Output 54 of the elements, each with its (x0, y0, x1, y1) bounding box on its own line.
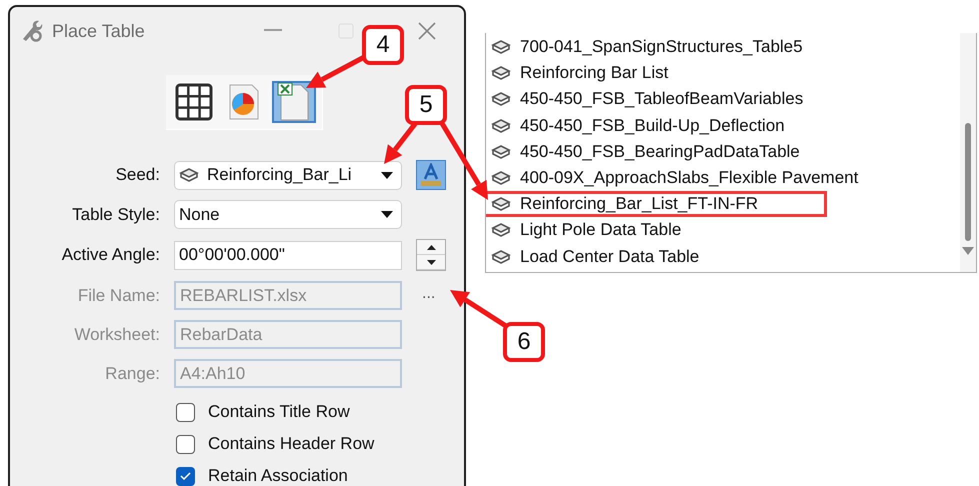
seed-list-item[interactable]: 400-09X_ApproachSlabs_Flexible Pavement (486, 164, 862, 192)
close-icon[interactable] (418, 22, 436, 40)
seed-list-item[interactable]: 450-450_FSB_TableofBeamVariables (486, 86, 827, 113)
field-label: File Name: (76, 286, 160, 306)
letter-ruler-icon (420, 163, 442, 187)
dropdown-field[interactable]: None (174, 200, 402, 229)
table-seed-icon (491, 39, 511, 56)
scroll-down-icon (962, 247, 974, 255)
callout-arrow (450, 290, 508, 328)
seed-list-item[interactable]: Reinforcing_Bar_List_FT-IN-FR (486, 191, 827, 218)
field-label: Active Angle: (60, 245, 160, 265)
input-field[interactable]: 00°00'00.000" (174, 240, 402, 270)
dropdown-caret-icon (381, 172, 393, 178)
checkbox-label: Retain Association (208, 466, 348, 486)
dropdown-caret-icon (381, 211, 393, 218)
table-seed-icon (179, 167, 199, 183)
checkbox-label: Contains Title Row (208, 402, 350, 422)
table-seed-icon (491, 118, 511, 134)
pie-chart-document-icon (228, 83, 260, 121)
checkbox-label: Contains Header Row (208, 434, 374, 454)
checkbox[interactable] (176, 434, 195, 454)
seed-list-item[interactable]: Light Pole Data Table (486, 217, 827, 244)
seed-list-item[interactable]: Load Center Data Table (486, 244, 827, 270)
callout-number: 6 (503, 322, 545, 362)
table-seed-icon (491, 222, 511, 238)
table-seed-icon (491, 248, 511, 265)
checkmark-icon (180, 472, 191, 480)
table-grid-icon (175, 83, 213, 121)
field-label: Table Style: (71, 204, 160, 224)
spinner-control[interactable] (416, 239, 446, 271)
checkbox[interactable] (176, 466, 195, 486)
seed-list-item[interactable]: Reinforcing Bar List (486, 60, 827, 86)
wrench-gear-icon (20, 19, 44, 43)
callout-number: 4 (362, 25, 404, 65)
callout-number: 5 (405, 85, 447, 125)
table-seed-icon (491, 91, 511, 108)
table-seed-icon (491, 196, 511, 212)
seed-list-item[interactable]: 450-450_FSB_Build-Up_Deflection (486, 112, 827, 139)
down-caret-icon (426, 260, 436, 264)
table-seed-icon (491, 144, 511, 160)
seed-list-item[interactable]: 450-450_FSB_BearingPadDataTable (486, 138, 827, 165)
text-style-button[interactable] (416, 160, 446, 190)
scrollbar[interactable] (960, 33, 976, 272)
field-label: Range: (104, 364, 160, 384)
up-caret-icon (426, 244, 436, 250)
dropdown-field[interactable]: Reinforcing_Bar_Li (174, 160, 402, 190)
spreadsheet-document-icon (277, 82, 311, 122)
table-seed-icon (491, 170, 511, 186)
seed-list-item[interactable]: 700-041_SpanSignStructures_Table5 (486, 34, 827, 60)
field-label: Seed: (114, 165, 160, 185)
window-title: Place Table (52, 20, 146, 42)
field-label: Worksheet: (73, 324, 160, 344)
checkbox[interactable] (176, 402, 195, 422)
table-seed-icon (491, 65, 511, 82)
